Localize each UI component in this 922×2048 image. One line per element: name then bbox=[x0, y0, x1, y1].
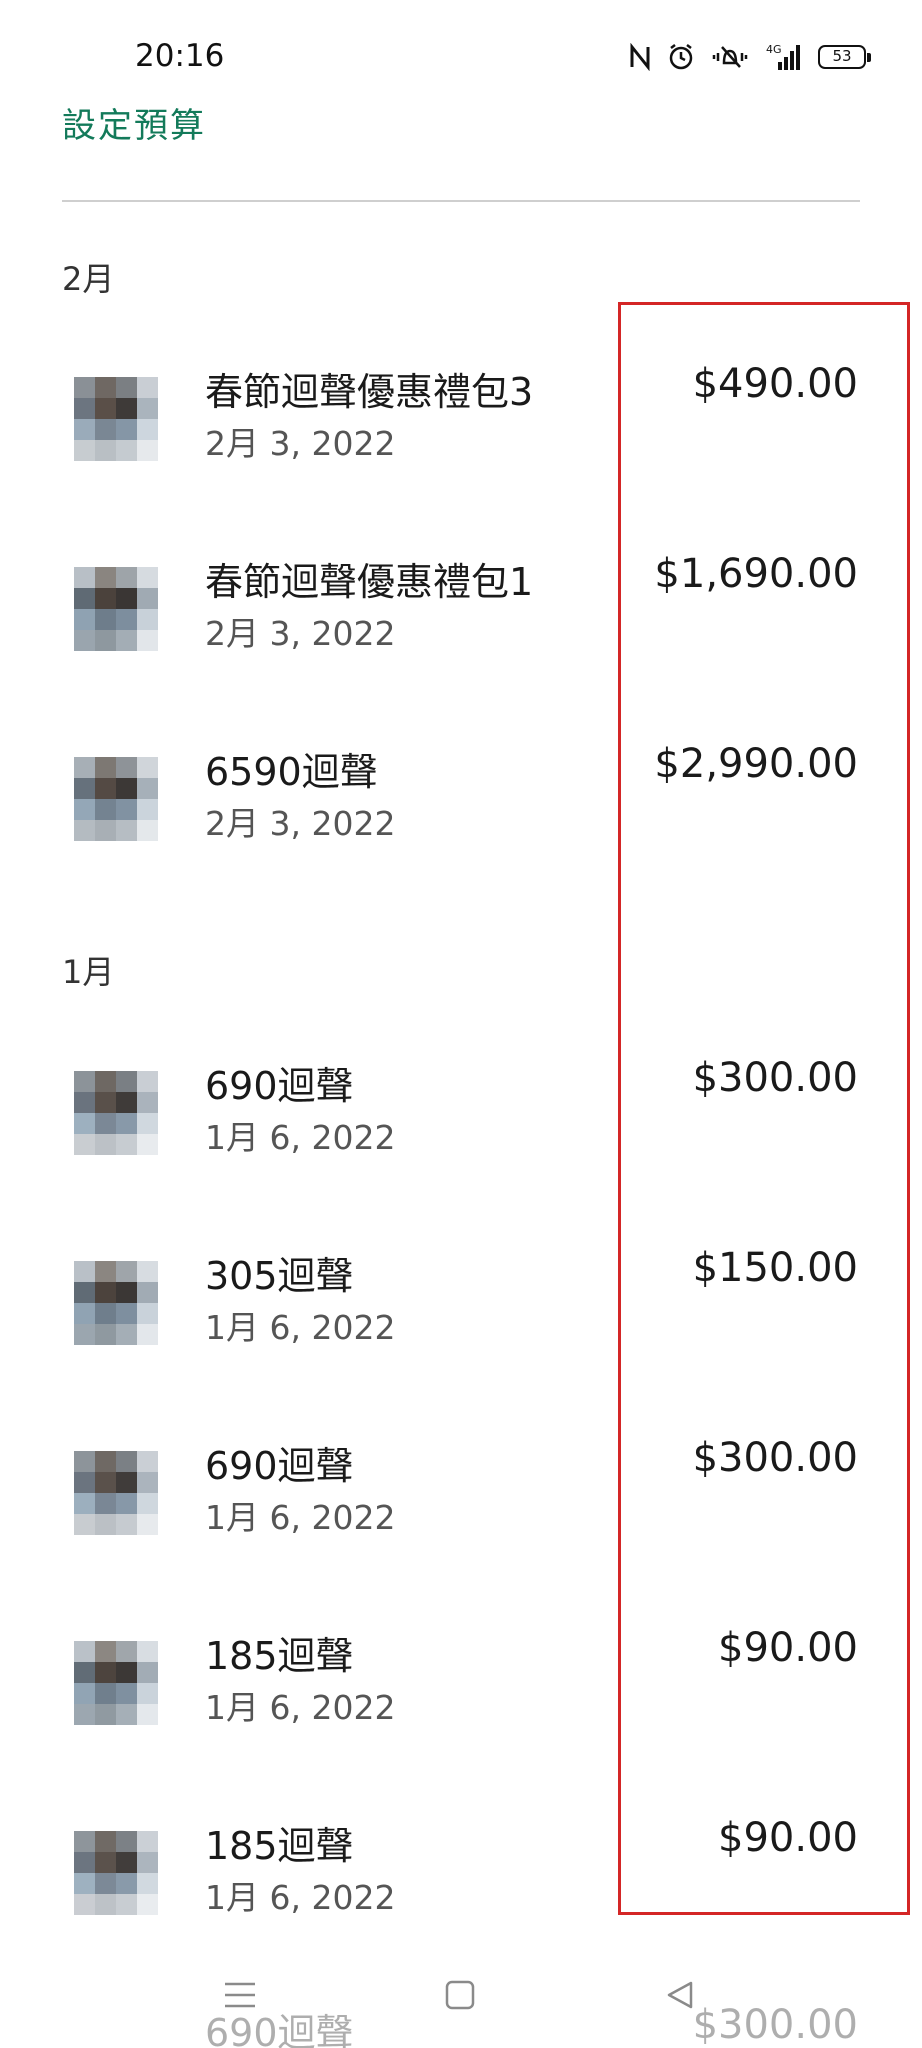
item-title: 690迴聲 bbox=[205, 1444, 354, 1488]
nfc-icon bbox=[628, 43, 652, 71]
item-thumbnail bbox=[56, 1053, 170, 1167]
item-title: 6590迴聲 bbox=[205, 750, 378, 794]
month-header-jan: 1月 bbox=[62, 953, 115, 991]
battery-icon: 53 bbox=[818, 45, 871, 69]
item-title: 185迴聲 bbox=[205, 1824, 354, 1868]
status-time: 20:16 bbox=[135, 38, 225, 74]
item-date: 1月 6, 2022 bbox=[205, 1308, 396, 1347]
amount-highlight-box bbox=[618, 302, 910, 1915]
item-date: 1月 6, 2022 bbox=[205, 1878, 396, 1917]
divider bbox=[62, 200, 860, 202]
item-thumbnail bbox=[56, 739, 170, 853]
system-nav-bar bbox=[0, 1945, 922, 2048]
item-date: 1月 6, 2022 bbox=[205, 1498, 396, 1537]
item-date: 1月 6, 2022 bbox=[205, 1688, 396, 1727]
back-icon[interactable] bbox=[650, 1965, 710, 2025]
item-title: 春節迴聲優惠禮包3 bbox=[205, 370, 534, 414]
item-thumbnail bbox=[56, 1243, 170, 1357]
alarm-icon bbox=[666, 42, 696, 72]
item-thumbnail bbox=[56, 1433, 170, 1547]
item-date: 2月 3, 2022 bbox=[205, 424, 396, 463]
vibrate-icon bbox=[710, 43, 750, 71]
item-date: 2月 3, 2022 bbox=[205, 614, 396, 653]
item-date: 1月 6, 2022 bbox=[205, 1118, 396, 1157]
item-thumbnail bbox=[56, 1623, 170, 1737]
status-icons: 4G 53 bbox=[628, 42, 871, 72]
home-icon[interactable] bbox=[430, 1965, 490, 2025]
item-date: 2月 3, 2022 bbox=[205, 804, 396, 843]
item-thumbnail bbox=[56, 549, 170, 663]
item-title: 春節迴聲優惠禮包1 bbox=[205, 560, 534, 604]
item-title: 690迴聲 bbox=[205, 1064, 354, 1108]
item-title: 185迴聲 bbox=[205, 1634, 354, 1678]
menu-icon[interactable] bbox=[210, 1965, 270, 2025]
status-bar: 20:16 4G 53 bbox=[0, 0, 922, 96]
item-title: 305迴聲 bbox=[205, 1254, 354, 1298]
svg-text:4G: 4G bbox=[766, 43, 782, 56]
item-thumbnail bbox=[56, 359, 170, 473]
item-thumbnail bbox=[56, 1813, 170, 1927]
month-header-feb: 2月 bbox=[62, 260, 115, 298]
signal-4g-icon: 4G bbox=[764, 42, 804, 72]
set-budget-link[interactable]: 設定預算 bbox=[62, 98, 206, 147]
